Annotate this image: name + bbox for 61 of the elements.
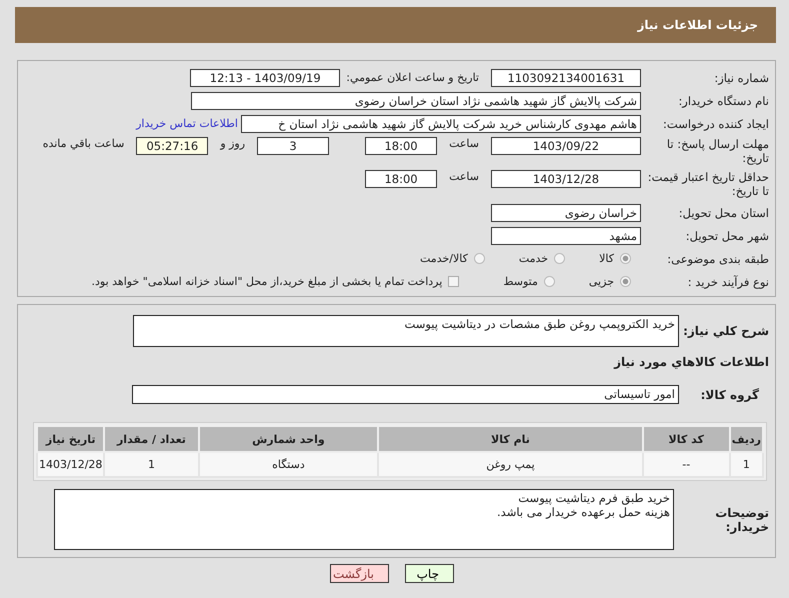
time-field: 18:00 (365, 170, 438, 188)
page-title: جزئیات اطلاعات نیاز (637, 18, 758, 32)
radio-button[interactable] (544, 276, 555, 287)
radio-label: متوسط (503, 275, 538, 288)
field-label: توضیحات خریدار: (714, 506, 770, 534)
radio-button[interactable] (620, 253, 631, 264)
field-label: ساعت (449, 137, 479, 150)
announce-date-field: 1403/09/19 - 12:13 (190, 68, 340, 86)
description-field: خرید الکتروپمپ روغن طبق مشصات در دیتاشیت پیوست (133, 315, 679, 347)
field-label: مهلت ارسال پاسخ: تا تاریخ: (666, 136, 770, 165)
date-field: 1403/12/28 (491, 170, 641, 188)
field-label: شرح کلي نیاز: (682, 324, 770, 338)
province-field: خراسان رضوی (491, 204, 641, 222)
column-header: نام کالا (378, 426, 643, 452)
radio-button[interactable] (554, 253, 566, 264)
city-field: مشهد (491, 226, 641, 244)
field-label: نام دستگاه خریدار: (677, 94, 770, 108)
buyer-org-field: شرکت پالایش گاز شهید هاشمی نژاد استان خراسان رضوی (191, 92, 641, 110)
date-field: 1403/09/22 (491, 137, 641, 155)
radio-label: جزیی (588, 275, 614, 288)
field-label: ساعت (449, 170, 479, 183)
radio-button[interactable] (620, 276, 631, 287)
creator-field: هاشم مهدوی کارشناس خرید شرکت پالایش گاز شهید هاشمی نژاد استان خ (241, 114, 641, 132)
table-cell: -- (642, 452, 730, 477)
column-header: تعداد / مقدار (104, 426, 199, 452)
table-cell: 1 (104, 452, 199, 477)
buyer-contact-link[interactable]: اطلاعات تماس خریدار (136, 117, 238, 130)
radio-button[interactable] (474, 253, 485, 264)
field-label: ساعت باقي مانده (42, 137, 124, 150)
field-label: شماره نیاز: (713, 70, 770, 84)
column-header: ردیف (730, 426, 763, 452)
field-label: استان محل تحویل: (678, 206, 770, 220)
back-button[interactable]: بازگشت (330, 564, 389, 583)
time-field: 18:00 (365, 137, 438, 155)
field-label: نوع فرآیند خرید : (686, 274, 770, 288)
goods-group-field: امور تاسیساتی (132, 385, 679, 404)
column-header: واحد شمارش (198, 426, 378, 452)
table-cell: 1 (730, 452, 763, 477)
table-cell: 1403/12/28 (37, 452, 104, 477)
field-label: طبقه بندی موضوعی: (666, 252, 770, 266)
section-heading: اطلاعات کالاهاي مورد نیاز (612, 354, 770, 369)
field-label: حداقل تاریخ اعتبار قیمت: تا تاریخ: (646, 169, 770, 198)
field-label: تاریخ و ساعت اعلان عمومي: (346, 71, 479, 84)
column-header: تاریخ نیاز (37, 426, 104, 452)
buyer-notes-field: خرید طبق فرم دیتاشیت پیوست هزینه حمل برعهده خریدار می باشد. (54, 489, 674, 550)
radio-label: خدمت (518, 252, 548, 265)
need-number-field: 1103092134001631 (491, 68, 641, 86)
field-label: روز و (220, 137, 246, 150)
checkbox[interactable] (448, 276, 460, 287)
checkbox-label: پرداخت تمام یا بخشی از مبلغ خرید،از محل "اسناد خزانه اسلامی" خواهد بود. (92, 275, 442, 288)
radio-label: کالا/خدمت (420, 252, 468, 265)
table-cell: پمپ روغن (378, 452, 643, 477)
field-label: ایجاد کننده درخواست: (662, 116, 770, 130)
table-cell: دستگاه (198, 452, 378, 477)
days-field: 3 (257, 137, 330, 155)
remaining-time-field: 05:27:16 (136, 137, 208, 155)
print-button[interactable]: چاپ (405, 564, 454, 583)
field-label: گروه کالا: (700, 388, 760, 402)
radio-label: کالا (599, 252, 614, 265)
column-header: کد کالا (642, 426, 730, 452)
field-label: شهر محل تحویل: (684, 228, 770, 242)
